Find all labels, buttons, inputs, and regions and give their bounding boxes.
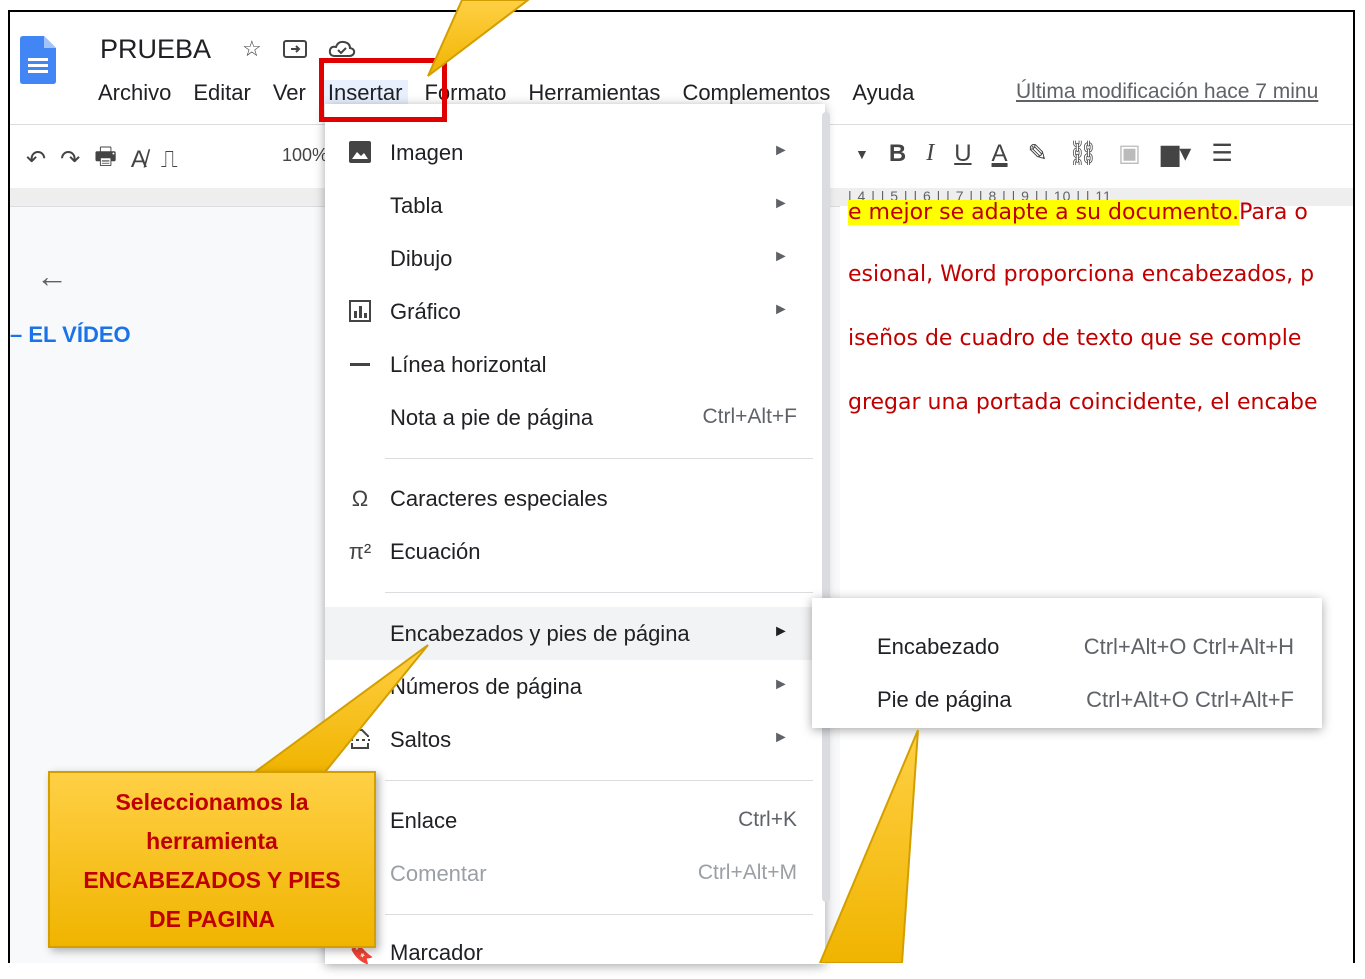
- annotation-callout: Seleccionamos la herramienta ENCABEZADOS…: [48, 771, 376, 948]
- top-callout-pointer: [427, 0, 530, 77]
- callout-line-1: Seleccionamos la: [115, 789, 309, 815]
- callout-line-4: DE PAGINA: [148, 906, 276, 932]
- callout-line-2: herramienta: [146, 828, 278, 854]
- bottom-callout-pointer: [818, 729, 919, 963]
- left-callout-pointer: [251, 644, 429, 773]
- callout-line-3: ENCABEZADOS Y PIES: [83, 867, 341, 893]
